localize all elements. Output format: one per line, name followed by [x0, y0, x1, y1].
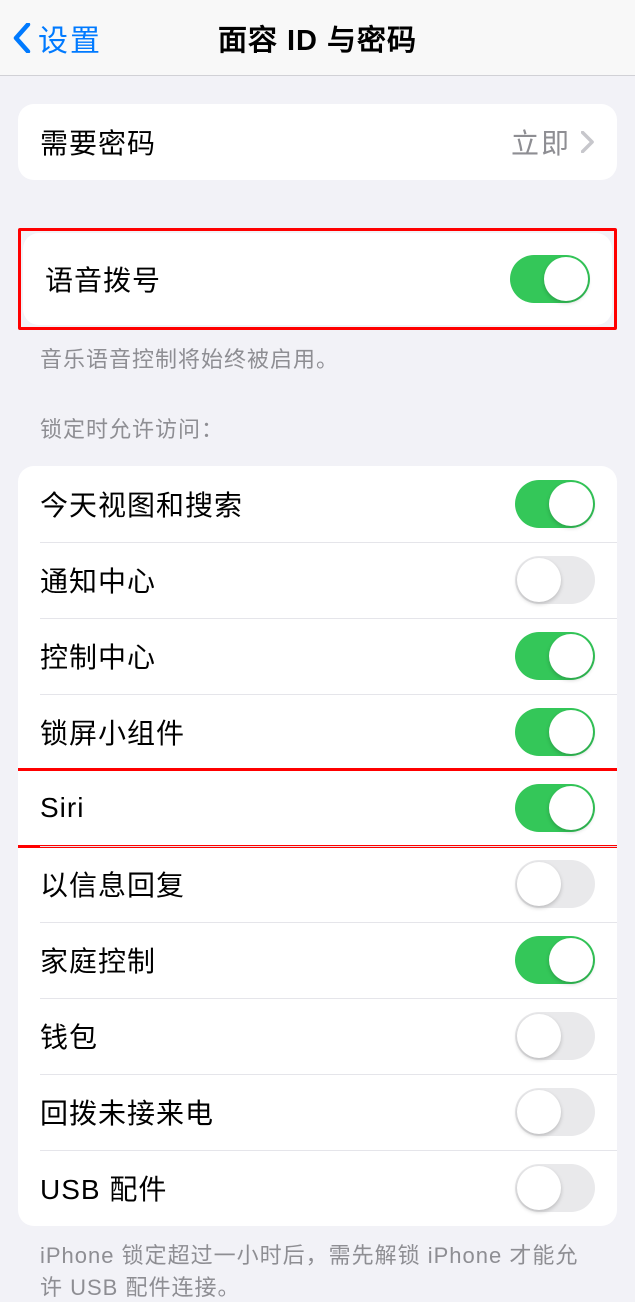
lock-access-label: 锁屏小组件: [40, 712, 185, 752]
lock-access-toggle[interactable]: [515, 480, 595, 528]
lock-access-row[interactable]: 锁屏小组件: [18, 694, 617, 770]
lock-access-toggle[interactable]: [515, 860, 595, 908]
require-passcode-value: 立即: [511, 122, 595, 162]
lock-access-row[interactable]: 回拨未接来电: [18, 1074, 617, 1150]
lock-access-toggle[interactable]: [515, 708, 595, 756]
voice-dial-group: 语音拨号: [23, 233, 612, 325]
voice-dial-row[interactable]: 语音拨号: [23, 233, 612, 325]
voice-dial-toggle[interactable]: [510, 255, 590, 303]
lock-access-row[interactable]: 以信息回复: [18, 846, 617, 922]
lock-access-label: 以信息回复: [40, 864, 185, 904]
chevron-right-icon: [581, 131, 595, 153]
lock-access-toggle[interactable]: [515, 556, 595, 604]
lock-access-label: 钱包: [40, 1016, 98, 1056]
chevron-left-icon: [12, 23, 32, 53]
lock-access-label: 通知中心: [40, 560, 156, 600]
lock-access-toggle[interactable]: [515, 1164, 595, 1212]
voice-dial-label: 语音拨号: [45, 259, 161, 299]
navigation-header: 设置 面容 ID 与密码: [0, 0, 635, 76]
require-passcode-group: 需要密码 立即: [18, 104, 617, 180]
voice-dial-highlight: 语音拨号: [18, 228, 617, 330]
lock-access-header: 锁定时允许访问：: [18, 374, 617, 454]
lock-access-row[interactable]: 钱包: [18, 998, 617, 1074]
lock-access-label: 控制中心: [40, 636, 156, 676]
lock-access-label: 回拨未接来电: [40, 1092, 214, 1132]
lock-access-label: Siri: [40, 792, 84, 824]
lock-access-toggle[interactable]: [515, 1012, 595, 1060]
lock-access-row[interactable]: 家庭控制: [18, 922, 617, 998]
lock-access-group: 今天视图和搜索通知中心控制中心锁屏小组件 Siri 以信息回复家庭控制钱包回拨未接来…: [18, 466, 617, 1226]
lock-access-label: 今天视图和搜索: [40, 484, 243, 524]
lock-access-toggle[interactable]: [515, 784, 595, 832]
lock-access-row[interactable]: 今天视图和搜索: [18, 466, 617, 542]
require-passcode-row[interactable]: 需要密码 立即: [18, 104, 617, 180]
lock-access-row[interactable]: 通知中心: [18, 542, 617, 618]
lock-access-row[interactable]: Siri: [18, 770, 617, 846]
lock-access-label: USB 配件: [40, 1168, 167, 1208]
require-passcode-label: 需要密码: [40, 122, 156, 162]
lock-access-toggle[interactable]: [515, 632, 595, 680]
lock-access-toggle[interactable]: [515, 1088, 595, 1136]
back-label: 设置: [38, 16, 102, 60]
lock-access-toggle[interactable]: [515, 936, 595, 984]
lock-access-row[interactable]: USB 配件: [18, 1150, 617, 1226]
lock-access-label: 家庭控制: [40, 940, 156, 980]
require-passcode-value-text: 立即: [511, 122, 571, 162]
lock-access-footer: iPhone 锁定超过一小时后，需先解锁 iPhone 才能允许 USB 配件连…: [18, 1226, 617, 1302]
lock-access-row[interactable]: 控制中心: [18, 618, 617, 694]
voice-dial-footer: 音乐语音控制将始终被启用。: [18, 330, 617, 374]
back-button[interactable]: 设置: [0, 16, 102, 60]
